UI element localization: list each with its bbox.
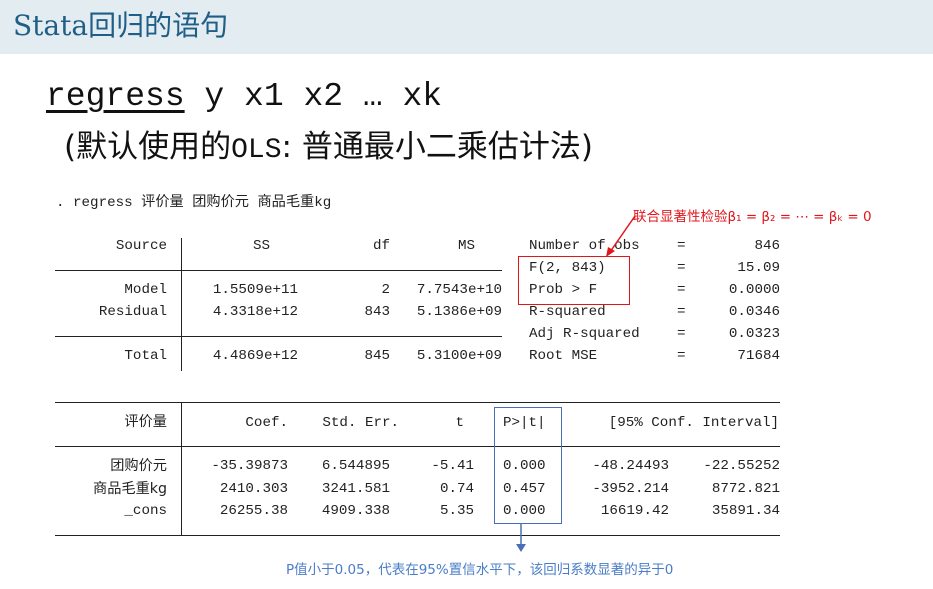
command-syntax: regress y x1 x2 … xk (46, 78, 442, 115)
desc-ols: OLS (231, 135, 282, 166)
slide-title: Stata回归的语句 (13, 9, 229, 42)
stat-value-nobs: 846 (754, 238, 780, 254)
anova-row-total-df: 845 (364, 348, 390, 364)
stat-value-f: 15.09 (737, 260, 780, 276)
coef-rule-bottom (55, 535, 780, 536)
coef-row-coef: 26255.38 (219, 503, 288, 519)
coef-header-ci: [95% Conf. Interval] (608, 415, 779, 431)
anova-row-residual-ss: 4.3318e+12 (212, 304, 298, 320)
desc-rest: : 普通最小二乘估计法) (281, 129, 593, 165)
coef-row-var: 商品毛重kg (93, 481, 167, 497)
stat-eq-nobs: = (677, 238, 686, 254)
coef-header-se: Std. Err. (322, 415, 399, 431)
anova-vertical-rule (181, 238, 182, 371)
anova-row-model-source: Model (124, 282, 167, 298)
p-value-highlight-box (494, 407, 562, 524)
anova-row-residual-df: 843 (364, 304, 390, 320)
coef-row-t: -5.41 (431, 458, 474, 474)
coef-vertical-rule (181, 402, 182, 535)
anova-rule-mid (55, 336, 502, 337)
joint-test-note: 联合显著性检验β₁ = β₂ = ⋯ = βₖ = 0 (633, 209, 872, 225)
stat-value-adjr2: 0.0323 (728, 326, 780, 342)
anova-row-residual-ms: 5.1386e+09 (416, 304, 502, 320)
stat-value-rmse: 71684 (737, 348, 780, 364)
anova-row-total-ss: 4.4869e+12 (212, 348, 298, 364)
coef-row-se: 4909.338 (321, 503, 390, 519)
coef-row-ci-high: 8772.821 (711, 481, 780, 497)
coef-row-ci-high: 35891.34 (711, 503, 780, 519)
coef-header-t: t (455, 415, 464, 431)
coef-row-ci-low: -48.24493 (592, 458, 669, 474)
stat-eq-probf: = (677, 282, 686, 298)
stat-eq-adjr2: = (677, 326, 686, 342)
coef-row-coef: -35.39873 (211, 458, 288, 474)
p-value-note: P值小于0.05，代表在95%置信水平下，该回归系数显著的异于0 (286, 562, 674, 578)
stat-eq-rmse: = (677, 348, 686, 364)
stat-eq-r2: = (677, 304, 686, 320)
anova-header-ss: SS (252, 238, 270, 254)
anova-header-ms: MS (457, 238, 475, 254)
coef-row-var: 团购价元 (110, 458, 167, 474)
coef-header-var: 评价量 (124, 414, 167, 430)
coef-header-coef: Coef. (245, 415, 288, 431)
stat-label-rmse: Root MSE (529, 348, 598, 364)
anova-rule-top (55, 270, 502, 271)
anova-row-model-ms: 7.7543e+10 (416, 282, 502, 298)
command-keyword: regress (46, 78, 185, 115)
anova-row-total-source: Total (124, 348, 167, 364)
coef-row-var: _cons (124, 503, 167, 519)
blue-arrow-icon (516, 524, 526, 552)
stat-value-probf: 0.0000 (728, 282, 780, 298)
coef-rule-mid (55, 446, 780, 447)
desc-open: (默认使用的 (64, 129, 232, 165)
joint-test-highlight-box (518, 256, 630, 305)
stat-label-r2: R-squared (529, 304, 606, 320)
coef-row-t: 5.35 (439, 503, 474, 519)
anova-header-source: Source (115, 238, 167, 254)
anova-header-df: df (372, 238, 390, 254)
title-bar: Stata回归的语句 (0, 0, 933, 54)
stat-value-r2: 0.0346 (728, 304, 780, 320)
anova-row-total-ms: 5.3100e+09 (416, 348, 502, 364)
anova-row-residual-source: Residual (98, 304, 167, 320)
anova-row-model-df: 2 (381, 282, 390, 298)
coef-row-se: 6.544895 (321, 458, 390, 474)
coef-row-ci-high: -22.55252 (703, 458, 780, 474)
coef-row-coef: 2410.303 (219, 481, 288, 497)
stat-eq-f: = (677, 260, 686, 276)
coef-row-t: 0.74 (439, 481, 474, 497)
coef-row-ci-low: -3952.214 (592, 481, 669, 497)
stata-prompt: . regress 评价量 团购价元 商品毛重kg (56, 195, 332, 211)
stat-label-adjr2: Adj R-squared (529, 326, 640, 342)
command-description: (默认使用的OLS: 普通最小二乘估计法) (64, 121, 593, 166)
coef-rule-top (55, 402, 780, 403)
anova-row-model-ss: 1.5509e+11 (212, 282, 298, 298)
coef-row-ci-low: 16619.42 (600, 503, 669, 519)
coef-row-se: 3241.581 (321, 481, 390, 497)
command-arguments: y x1 x2 … xk (184, 78, 443, 115)
